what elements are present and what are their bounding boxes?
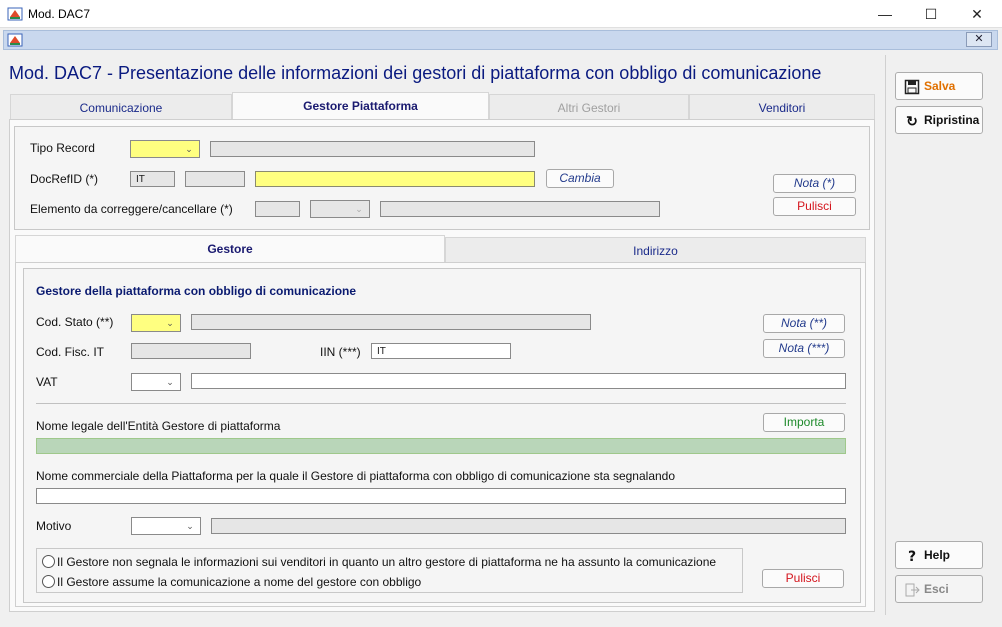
tipo-record-description — [210, 141, 535, 157]
vat-input[interactable] — [191, 373, 846, 389]
cod-fisc-field — [131, 343, 251, 359]
tab-altri-gestori[interactable]: Altri Gestori — [489, 94, 689, 120]
radio-assume-label: Il Gestore assume la comunicazione a nom… — [57, 575, 422, 589]
elemento-description — [380, 201, 660, 217]
chevron-down-icon: ⌄ — [186, 521, 194, 531]
iin-label: IIN (***) — [320, 345, 361, 359]
nome-commerciale-label: Nome commerciale della Piattaforma per l… — [36, 469, 676, 483]
importa-button[interactable]: Importa — [763, 413, 845, 432]
pulisci-record-button[interactable]: Pulisci — [773, 197, 856, 216]
tab-gestore-piattaforma[interactable]: Gestore Piattaforma — [232, 92, 489, 120]
chevron-down-icon: ⌄ — [166, 377, 174, 387]
subtab-indirizzo[interactable]: Indirizzo — [445, 237, 866, 263]
motivo-label: Motivo — [36, 519, 72, 533]
docrefid-label: DocRefID (*) — [30, 172, 99, 186]
motivo-description — [211, 518, 846, 534]
save-icon — [904, 79, 920, 95]
chevron-down-icon: ⌄ — [166, 318, 174, 328]
maximize-button[interactable]: ☐ — [908, 0, 954, 28]
app-icon — [7, 6, 23, 22]
window-title: Mod. DAC7 — [28, 7, 91, 21]
cambia-button[interactable]: Cambia — [546, 169, 614, 188]
docrefid-code-field — [185, 171, 245, 187]
mdi-close-button[interactable]: ✕ — [966, 32, 992, 47]
tab-venditori[interactable]: Venditori — [689, 94, 875, 120]
elemento-field-1 — [255, 201, 300, 217]
nome-legale-input[interactable] — [36, 438, 846, 454]
cod-stato-label: Cod. Stato (**) — [36, 315, 114, 329]
help-button[interactable]: ? Help — [895, 541, 983, 569]
pulisci-gestore-button[interactable]: Pulisci — [762, 569, 844, 588]
ripristina-label: Ripristina — [924, 113, 980, 127]
elemento-label: Elemento da correggere/cancellare (*) — [30, 202, 233, 216]
salva-label: Salva — [924, 79, 956, 93]
close-window-button[interactable]: ✕ — [954, 0, 1000, 28]
radio-non-segnala-label: Il Gestore non segnala le informazioni s… — [57, 555, 717, 569]
mdi-app-icon — [7, 32, 23, 48]
right-separator — [885, 55, 886, 615]
iin-input[interactable]: IT — [371, 343, 511, 359]
radio-non-segnala[interactable] — [42, 555, 55, 568]
subtab-gestore[interactable]: Gestore — [15, 235, 445, 263]
divider — [36, 403, 846, 404]
help-icon: ? — [904, 548, 920, 565]
nota-button[interactable]: Nota (*) — [773, 174, 856, 193]
esci-button[interactable]: Esci — [895, 575, 983, 603]
vat-label: VAT — [36, 375, 58, 389]
svg-text:?: ? — [908, 549, 916, 564]
cod-stato-select[interactable]: ⌄ — [131, 314, 181, 332]
nota3-button[interactable]: Nota (***) — [763, 339, 845, 358]
help-label: Help — [924, 548, 951, 562]
minimize-button[interactable]: — — [862, 0, 908, 28]
elemento-select[interactable]: ⌄ — [310, 200, 370, 218]
motivo-select[interactable]: ⌄ — [131, 517, 201, 535]
exit-icon — [904, 582, 920, 598]
tipo-record-label: Tipo Record — [30, 141, 95, 155]
nome-legale-label: Nome legale dell'Entità Gestore di piatt… — [36, 419, 281, 433]
ripristina-button[interactable]: ↻ Ripristina — [895, 106, 983, 134]
mdi-child-bar — [3, 30, 998, 50]
nome-commerciale-input[interactable] — [36, 488, 846, 504]
chevron-down-icon: ⌄ — [355, 204, 363, 214]
window-title-bar: Mod. DAC7 — ☐ ✕ — [0, 0, 1002, 28]
docrefid-input[interactable] — [255, 171, 535, 187]
cod-fisc-label: Cod. Fisc. IT — [36, 345, 105, 359]
undo-icon: ↻ — [906, 113, 918, 129]
radio-assume[interactable] — [42, 575, 55, 588]
nota2-button[interactable]: Nota (**) — [763, 314, 845, 333]
vat-select[interactable]: ⌄ — [131, 373, 181, 391]
chevron-down-icon: ⌄ — [185, 144, 193, 154]
docrefid-country-field: IT — [130, 171, 175, 187]
esci-label: Esci — [924, 582, 949, 596]
salva-button[interactable]: Salva — [895, 72, 983, 100]
cod-stato-description — [191, 314, 591, 330]
tab-comunicazione[interactable]: Comunicazione — [10, 94, 232, 120]
tipo-record-select[interactable]: ⌄ — [130, 140, 200, 158]
page-title: Mod. DAC7 - Presentazione delle informaz… — [9, 63, 822, 83]
gestore-section-title: Gestore della piattaforma con obbligo di… — [36, 284, 357, 298]
